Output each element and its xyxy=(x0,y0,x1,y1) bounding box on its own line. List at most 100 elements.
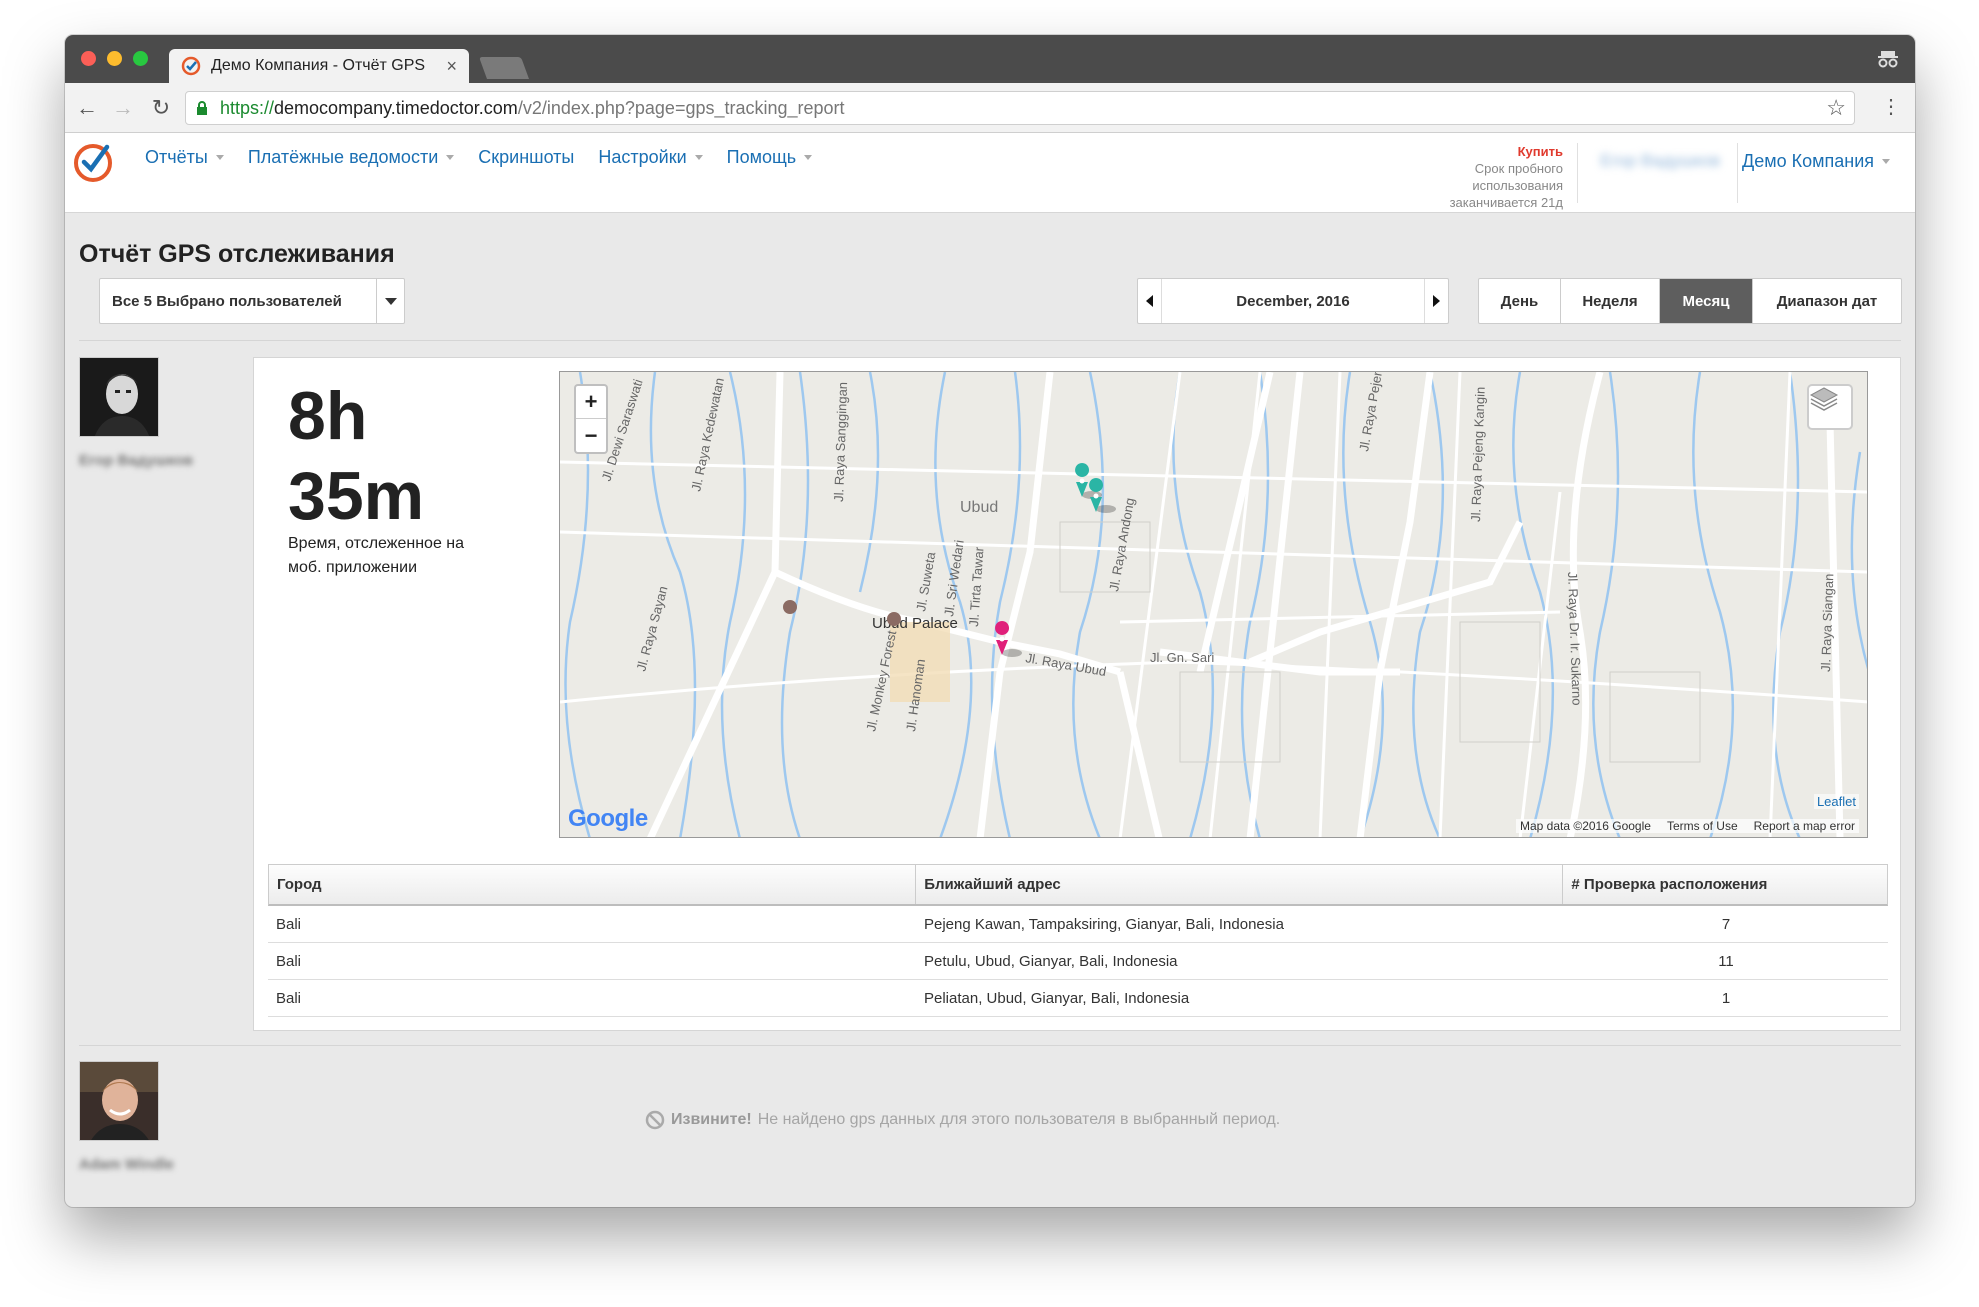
trial-notice: Купить Срок пробного использования закан… xyxy=(1450,143,1563,211)
divider xyxy=(79,1045,1901,1046)
user-filter-toggle[interactable] xyxy=(376,279,404,323)
company-menu[interactable]: Демо Компания xyxy=(1742,151,1890,172)
tab-close-icon[interactable]: × xyxy=(446,56,457,77)
google-logo-text: Google xyxy=(568,805,648,832)
current-user-menu[interactable]: Егор Вадушков xyxy=(1600,151,1720,171)
tab-strip: Демо Компания - Отчёт GPS × xyxy=(65,35,1915,83)
cell-address: Petulu, Ubud, Gianyar, Bali, Indonesia xyxy=(924,952,1178,970)
nav-screenshots[interactable]: Скриншоты xyxy=(478,147,574,168)
nav-help-label: Помощь xyxy=(726,147,797,167)
chevron-down-icon xyxy=(384,297,397,305)
bookmark-star-icon[interactable]: ☆ xyxy=(1826,95,1846,121)
main-nav: Отчёты Платёжные ведомости Скриншоты Нас… xyxy=(145,147,836,168)
map-layers-button[interactable] xyxy=(1807,384,1853,430)
forward-icon[interactable]: → xyxy=(111,96,135,120)
table-header: Город Ближайший адрес # Проверка располо… xyxy=(268,864,1888,906)
next-period-button[interactable] xyxy=(1424,279,1448,323)
cell-city: Bali xyxy=(276,989,302,1007)
user-filter-dropdown[interactable]: Все 5 Выбрано пользователей xyxy=(99,278,405,324)
browser-menu-icon[interactable]: ⋮ xyxy=(1881,96,1901,118)
map-tiles: Ubud Ubud Palace Jl. Raya Ubud Jl. Gn. S… xyxy=(560,372,1867,837)
divider xyxy=(79,340,1901,341)
cell-checks: 11 xyxy=(1718,952,1734,970)
chevron-down-icon xyxy=(804,155,813,160)
address-bar[interactable]: https://democompany.timedoctor.com/v2/in… xyxy=(185,91,1855,125)
range-month-button[interactable]: Месяц xyxy=(1660,279,1753,323)
nav-settings-label: Настройки xyxy=(598,147,687,167)
maximize-window-button[interactable] xyxy=(133,51,148,66)
timedoctor-favicon-icon xyxy=(181,56,201,76)
close-window-button[interactable] xyxy=(81,51,96,66)
map-data-attribution: Map data ©2016 Google xyxy=(1520,819,1651,833)
header-divider xyxy=(1737,143,1738,203)
column-checks[interactable]: # Проверка расположения xyxy=(1563,865,1887,904)
terms-of-use-link[interactable]: Terms of Use xyxy=(1667,819,1738,833)
buy-link[interactable]: Купить xyxy=(1450,143,1563,160)
google-logo: Google xyxy=(568,805,648,833)
zoom-out-button[interactable]: − xyxy=(576,419,606,452)
column-city[interactable]: Город xyxy=(269,865,917,904)
gps-map[interactable]: Ubud Ubud Palace Jl. Raya Ubud Jl. Gn. S… xyxy=(559,371,1868,838)
user-photo xyxy=(80,1062,158,1140)
previous-period-button[interactable] xyxy=(1138,279,1162,323)
browser-tab[interactable]: Демо Компания - Отчёт GPS × xyxy=(169,49,469,83)
trial-line-3: заканчивается 21д xyxy=(1449,195,1563,210)
table-row: Bali Pejeng Kawan, Tampaksiring, Gianyar… xyxy=(268,906,1888,943)
cell-address: Peliatan, Ubud, Gianyar, Bali, Indonesia xyxy=(924,989,1190,1007)
nav-help[interactable]: Помощь xyxy=(727,147,813,168)
nav-reports-label: Отчёты xyxy=(145,147,208,167)
range-week-button[interactable]: Неделя xyxy=(1561,279,1660,323)
poi-marker-icon xyxy=(783,600,797,614)
layers-icon xyxy=(1809,387,1839,411)
report-map-error-link[interactable]: Report a map error xyxy=(1754,819,1855,833)
page-title: Отчёт GPS отслеживания xyxy=(79,240,395,268)
zoom-in-button[interactable]: + xyxy=(576,386,606,419)
no-data-text: Не найдено gps данных для этого пользова… xyxy=(757,1111,1281,1128)
user-name: Егор Вадушков xyxy=(79,452,193,469)
arrow-left-icon xyxy=(1146,295,1153,307)
user-filter-label: Все 5 Выбрано пользователей xyxy=(112,292,342,310)
tracked-time-label: Время, отслеженное на моб. приложении xyxy=(288,535,465,576)
url-host: democompany.timedoctor.com xyxy=(274,97,518,118)
ban-icon xyxy=(645,1110,665,1130)
header-divider xyxy=(1577,143,1578,203)
cell-city: Bali xyxy=(276,952,302,970)
nav-screenshots-label: Скриншоты xyxy=(478,147,575,167)
period-navigator: December, 2016 xyxy=(1137,278,1449,324)
trial-line-2: использования xyxy=(1472,178,1563,193)
nav-payroll[interactable]: Платёжные ведомости xyxy=(247,147,455,168)
cell-checks: 1 xyxy=(1721,989,1731,1007)
new-tab-button[interactable] xyxy=(478,57,530,79)
back-icon[interactable]: ← xyxy=(75,96,99,120)
range-selector: День Неделя Месяц Диапазон дат xyxy=(1478,278,1902,324)
cell-city: Bali xyxy=(276,915,302,933)
browser-window: Демо Компания - Отчёт GPS × ← → ↻ https:… xyxy=(65,35,1915,1207)
chevron-down-icon xyxy=(1882,159,1890,164)
cell-checks: 7 xyxy=(1721,915,1731,933)
nav-payroll-label: Платёжные ведомости xyxy=(247,147,439,167)
map-label-ubud: Ubud xyxy=(960,499,998,516)
nav-reports[interactable]: Отчёты xyxy=(145,147,224,168)
avatar xyxy=(79,1061,159,1141)
no-data-title: Извините! xyxy=(671,1111,752,1128)
minimize-window-button[interactable] xyxy=(107,51,122,66)
nav-settings[interactable]: Настройки xyxy=(598,147,703,168)
range-custom-button[interactable]: Диапазон дат xyxy=(1753,279,1901,323)
reload-icon[interactable]: ↻ xyxy=(149,96,173,120)
leaflet-link[interactable]: Leaflet xyxy=(1813,794,1859,809)
arrow-right-icon xyxy=(1433,295,1440,307)
table-row: Bali Peliatan, Ubud, Gianyar, Bali, Indo… xyxy=(268,980,1888,1017)
timedoctor-logo-icon[interactable] xyxy=(71,139,115,183)
period-label[interactable]: December, 2016 xyxy=(1162,293,1424,310)
user-gps-card: 8h 35m Время, отслеженное на моб. прилож… xyxy=(253,357,1901,1031)
tracked-hours: 8h xyxy=(288,378,368,454)
avatar xyxy=(79,357,159,437)
tracked-minutes: 35m xyxy=(288,458,425,534)
url-path: /v2/index.php?page=gps_tracking_report xyxy=(517,97,845,118)
table-row: Bali Petulu, Ubud, Gianyar, Bali, Indone… xyxy=(268,943,1888,980)
column-address[interactable]: Ближайший адрес xyxy=(916,865,1564,904)
chevron-down-icon xyxy=(694,155,703,160)
chevron-down-icon xyxy=(215,155,224,160)
range-day-button[interactable]: День xyxy=(1479,279,1561,323)
browser-toolbar: ← → ↻ https://democompany.timedoctor.com… xyxy=(65,83,1915,133)
